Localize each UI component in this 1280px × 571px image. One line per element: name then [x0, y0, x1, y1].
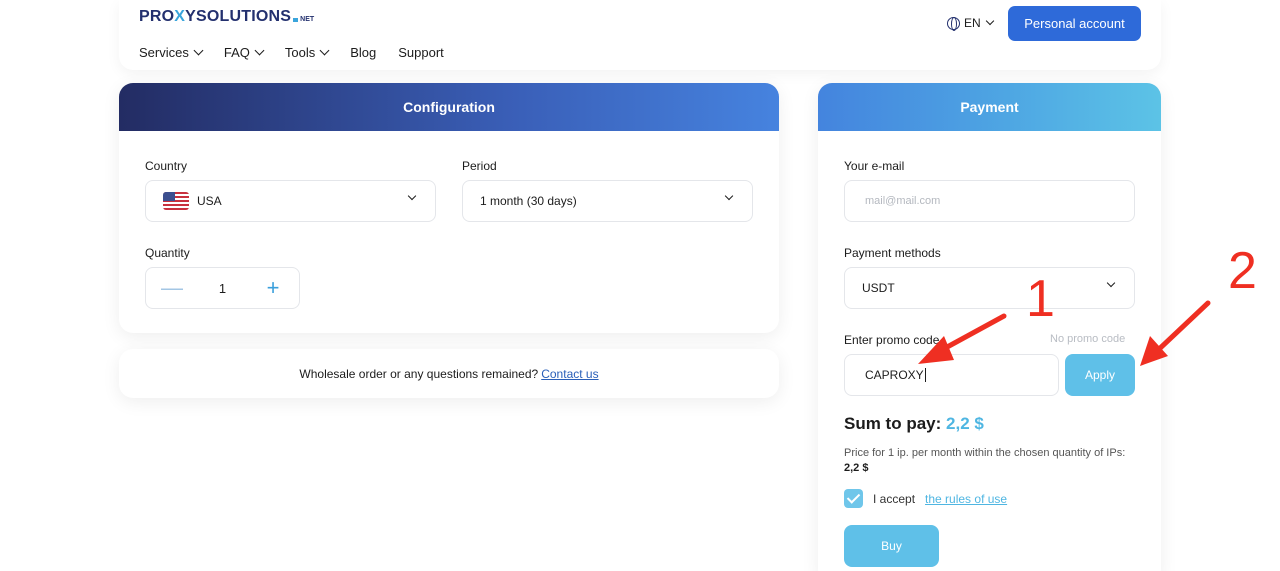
annotation-arrow-2 — [1153, 300, 1211, 355]
arrowhead-1 — [918, 336, 954, 364]
arrowhead-2 — [1140, 336, 1168, 366]
annotation-arrows — [918, 300, 1211, 366]
